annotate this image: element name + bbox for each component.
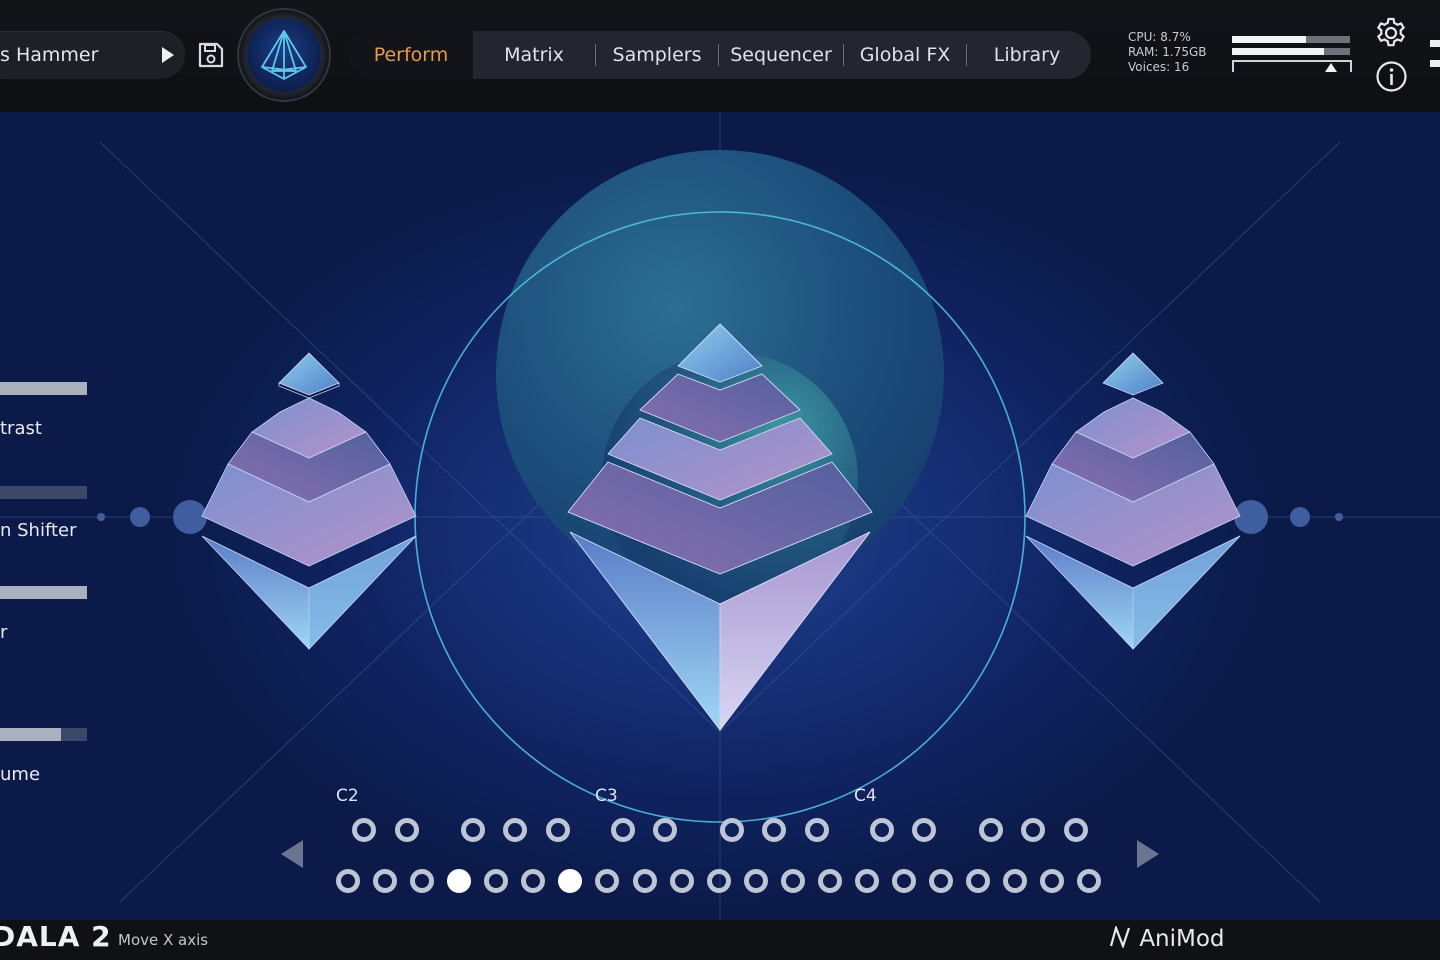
tab-samplers[interactable]: Samplers <box>596 31 718 79</box>
black-key[interactable] <box>1064 818 1088 842</box>
tab-label: Samplers <box>612 44 702 66</box>
save-icon <box>198 42 224 68</box>
macro-label: n Shifter <box>0 520 77 541</box>
menu-icon[interactable] <box>1430 40 1440 74</box>
tab-label: Perform <box>373 44 449 66</box>
info-button[interactable] <box>1375 60 1408 93</box>
save-button[interactable] <box>196 40 226 70</box>
black-key[interactable] <box>912 818 936 842</box>
white-key[interactable] <box>669 869 694 893</box>
macro-label: trast <box>0 418 42 439</box>
logo-badge <box>247 18 321 92</box>
octave-label-c4: C4 <box>854 786 877 806</box>
company-logo: AniMod <box>1108 924 1225 952</box>
tab-perform[interactable]: Perform <box>349 31 473 79</box>
tab-label: Sequencer <box>730 44 832 66</box>
tab-library[interactable]: Library <box>967 31 1087 79</box>
octave-label-c2: C2 <box>336 786 359 806</box>
left-pyramid <box>201 352 417 651</box>
tab-label: Global FX <box>859 44 951 66</box>
gear-icon <box>1376 17 1406 47</box>
macro-slider-fill <box>0 728 61 741</box>
black-key[interactable] <box>653 818 677 842</box>
white-key[interactable] <box>743 869 768 893</box>
white-key[interactable] <box>706 869 731 893</box>
black-key[interactable] <box>611 818 635 842</box>
tab-label: Library <box>993 44 1061 66</box>
white-key[interactable] <box>336 869 360 893</box>
macro-slider-track[interactable] <box>0 486 87 499</box>
white-key[interactable] <box>854 869 879 893</box>
white-key[interactable] <box>817 869 842 893</box>
tab-global-fx[interactable]: Global FX <box>844 31 966 79</box>
octave-label-c3: C3 <box>595 786 618 806</box>
cpu-readout: CPU: 8.7% <box>1128 30 1191 44</box>
black-key[interactable] <box>461 818 485 842</box>
output-meter <box>1232 36 1352 74</box>
tab-matrix[interactable]: Matrix <box>473 31 595 79</box>
settings-button[interactable] <box>1374 16 1408 50</box>
black-key[interactable] <box>762 818 786 842</box>
animod-logo-icon <box>1109 924 1131 950</box>
triangle-right-icon[interactable] <box>1137 840 1159 868</box>
play-icon <box>162 47 174 63</box>
black-key[interactable] <box>352 818 376 842</box>
ram-readout: RAM: 1.75GB <box>1128 45 1207 59</box>
menu-bar <box>1430 40 1440 47</box>
status-hint: Move X axis <box>118 931 209 949</box>
black-key[interactable] <box>1021 818 1045 842</box>
stage-artwork <box>0 112 1440 920</box>
macro-label: r <box>0 622 8 643</box>
tab-label: Matrix <box>504 44 564 66</box>
preset-name[interactable]: s Hammer <box>0 44 98 66</box>
white-key[interactable] <box>632 869 657 893</box>
white-key[interactable] <box>410 869 435 893</box>
black-key[interactable] <box>395 818 419 842</box>
black-key[interactable] <box>805 818 829 842</box>
voices-readout: Voices: 16 <box>1128 60 1190 74</box>
macro-slider-fill <box>0 586 87 599</box>
master-volume-thumb[interactable] <box>1325 63 1338 72</box>
level-meter-left <box>1232 36 1350 43</box>
white-key[interactable] <box>929 869 954 893</box>
tab-sequencer[interactable]: Sequencer <box>719 31 843 79</box>
black-key[interactable] <box>546 818 570 842</box>
triangle-left-icon[interactable] <box>281 840 303 868</box>
white-key[interactable] <box>966 869 991 893</box>
play-button[interactable] <box>150 31 186 79</box>
right-pyramid <box>1025 352 1241 651</box>
logo-button[interactable] <box>239 10 329 100</box>
top-bar: s Hammer Perform Matrix Samplers Sequenc… <box>0 0 1440 113</box>
product-brand: DALA 2 <box>0 920 112 953</box>
info-icon <box>1376 61 1407 92</box>
macro-label: ume <box>0 764 41 785</box>
black-key[interactable] <box>720 818 744 842</box>
white-key[interactable] <box>373 869 398 893</box>
black-key[interactable] <box>870 818 894 842</box>
macro-slider-fill <box>0 382 87 395</box>
menu-bar <box>1430 60 1440 67</box>
white-key[interactable] <box>892 869 917 893</box>
level-meter-right <box>1232 48 1350 55</box>
black-key[interactable] <box>979 818 1003 842</box>
system-info: CPU: 8.7% RAM: 1.75GB Voices: 16 <box>1128 30 1207 75</box>
meter-fill <box>1232 36 1307 43</box>
black-key[interactable] <box>503 818 527 842</box>
pyramid-logo-icon <box>261 30 307 80</box>
perform-stage: trast n Shifter r ume <box>0 112 1440 920</box>
white-key[interactable] <box>780 869 805 893</box>
meter-fill <box>1232 48 1325 55</box>
main-tabs: Perform Matrix Samplers Sequencer Global… <box>349 31 1091 79</box>
company-name: AniMod <box>1139 926 1225 952</box>
